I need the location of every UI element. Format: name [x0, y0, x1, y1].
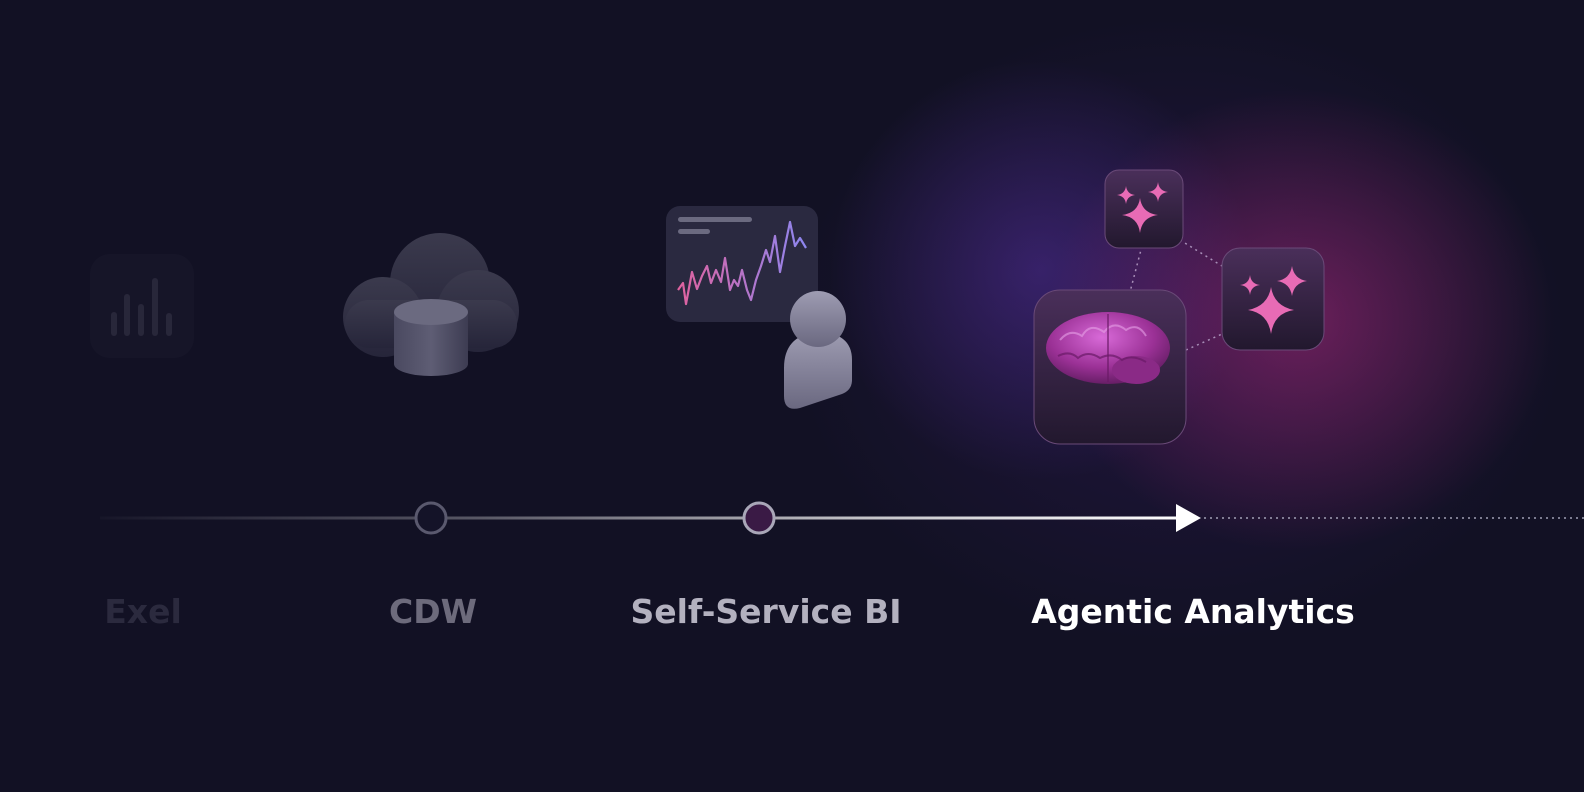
ai-brain-icon	[1033, 239, 1223, 445]
timeline-node-cdw	[414, 501, 448, 535]
timeline-diagram	[90, 169, 1584, 535]
stage-label-cdw: CDW	[388, 592, 478, 631]
bar-chart-icon	[90, 254, 194, 358]
stage-label-agentic-analytics: Agentic Analytics	[1031, 592, 1355, 631]
dashboard-user-icon	[666, 206, 852, 409]
stage-label-exel: Exel	[104, 592, 182, 631]
timeline-axis	[100, 501, 1584, 535]
timeline-node-self-service-bi	[742, 501, 776, 535]
cloud-database-icon	[343, 233, 519, 376]
stage-label-self-service-bi: Self-Service BI	[630, 592, 902, 631]
sparkles-icon	[1104, 169, 1184, 249]
arrow-head-icon	[1176, 504, 1201, 532]
sparkles-icon	[1221, 247, 1325, 351]
